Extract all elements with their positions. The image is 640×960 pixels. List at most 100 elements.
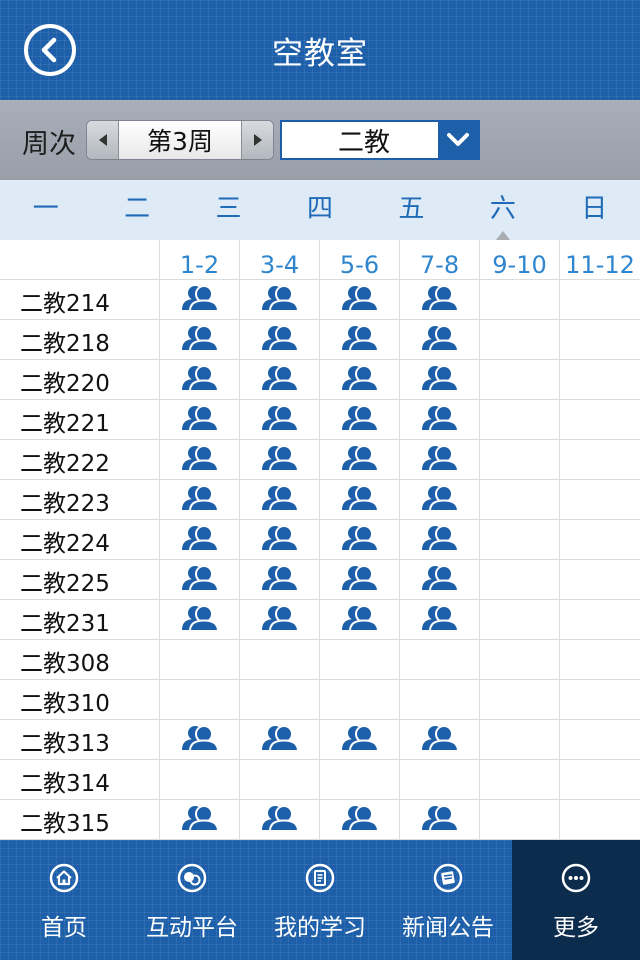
room-row: 二教313 — [0, 720, 640, 760]
tab-label: 互动平台 — [146, 915, 238, 941]
tab-label: 我的学习 — [274, 915, 366, 941]
room-row: 二教308 — [0, 640, 640, 680]
day-tab[interactable]: 日 — [549, 180, 640, 240]
day-tab[interactable]: 一 — [0, 180, 91, 240]
period-cell — [240, 360, 320, 399]
room-name: 二教221 — [0, 400, 160, 439]
users-icon — [261, 524, 299, 556]
period-cell — [320, 520, 400, 559]
tab-home[interactable]: 首页 — [0, 840, 128, 960]
room-row: 二教315 — [0, 800, 640, 840]
period-cell — [240, 440, 320, 479]
period-cell — [160, 520, 240, 559]
room-name: 二教223 — [0, 480, 160, 519]
period-cell — [400, 520, 480, 559]
app-header: 空教室 — [0, 0, 640, 100]
room-row: 二教225 — [0, 560, 640, 600]
week-label: 周次 — [22, 129, 76, 160]
day-tab[interactable]: 二 — [91, 180, 182, 240]
period-cell — [400, 640, 480, 679]
tab-notebook[interactable]: 我的学习 — [256, 840, 384, 960]
room-name: 二教314 — [0, 760, 160, 799]
period-cell — [160, 360, 240, 399]
newspaper-icon — [432, 862, 464, 894]
period-cell — [480, 280, 560, 319]
period-cell — [480, 440, 560, 479]
period-cell — [560, 400, 640, 439]
period-cell — [160, 400, 240, 439]
day-tab[interactable]: 四 — [274, 180, 365, 240]
classroom-grid: 1-2 3-4 5-6 7-8 9-10 11-12 二教214 二教218 二教220 二教2… — [0, 240, 640, 840]
filter-bar: 周次 第3周 二教 — [0, 100, 640, 180]
room-row: 二教221 — [0, 400, 640, 440]
users-icon — [421, 484, 459, 516]
tab-more[interactable]: 更多 — [512, 840, 640, 960]
period-cell — [400, 680, 480, 719]
period-cell — [320, 560, 400, 599]
period-cell — [240, 520, 320, 559]
period-cell — [240, 560, 320, 599]
next-week-button[interactable] — [241, 121, 273, 159]
period-cell — [160, 680, 240, 719]
users-icon — [261, 604, 299, 636]
period-header: 3-4 — [240, 240, 320, 279]
period-cell — [320, 600, 400, 639]
users-icon — [181, 364, 219, 396]
period-cell — [240, 600, 320, 639]
day-tab[interactable]: 三 — [183, 180, 274, 240]
period-cell — [160, 760, 240, 799]
room-row: 二教214 — [0, 280, 640, 320]
users-icon — [341, 564, 379, 596]
period-cell — [560, 800, 640, 839]
period-cell — [400, 720, 480, 759]
chat-icon — [176, 862, 208, 894]
period-header-row: 1-2 3-4 5-6 7-8 9-10 11-12 — [0, 240, 640, 280]
day-tab[interactable]: 五 — [366, 180, 457, 240]
users-icon — [261, 724, 299, 756]
tab-chat[interactable]: 互动平台 — [128, 840, 256, 960]
period-cell — [160, 320, 240, 359]
period-cell — [240, 280, 320, 319]
users-icon — [421, 404, 459, 436]
users-icon — [341, 804, 379, 836]
period-cell — [320, 800, 400, 839]
period-cell — [160, 480, 240, 519]
users-icon — [341, 284, 379, 316]
users-icon — [421, 564, 459, 596]
corner-cell — [0, 240, 160, 279]
room-name: 二教315 — [0, 800, 160, 839]
period-cell — [560, 640, 640, 679]
prev-week-button[interactable] — [87, 121, 119, 159]
period-cell — [400, 360, 480, 399]
period-cell — [320, 680, 400, 719]
room-row: 二教222 — [0, 440, 640, 480]
building-select-value: 二教 — [337, 127, 390, 158]
users-icon — [421, 324, 459, 356]
chevron-down-icon — [447, 133, 469, 146]
room-row: 二教223 — [0, 480, 640, 520]
room-name: 二教214 — [0, 280, 160, 319]
period-cell — [480, 360, 560, 399]
bottom-tab-bar: 首页 互动平台 我的学习 新闻公告 更多 — [0, 840, 640, 960]
day-tab[interactable]: 六 — [457, 180, 548, 240]
users-icon — [181, 324, 219, 356]
period-cell — [320, 440, 400, 479]
period-header: 7-8 — [400, 240, 480, 279]
tab-label: 新闻公告 — [402, 915, 494, 941]
building-select[interactable]: 二教 — [280, 120, 480, 160]
period-cell — [240, 760, 320, 799]
period-cell — [400, 280, 480, 319]
period-cell — [480, 400, 560, 439]
room-row: 二教310 — [0, 680, 640, 720]
select-arrow[interactable] — [438, 122, 478, 158]
room-name: 二教225 — [0, 560, 160, 599]
tab-newspaper[interactable]: 新闻公告 — [384, 840, 512, 960]
users-icon — [421, 724, 459, 756]
room-name: 二教224 — [0, 520, 160, 559]
room-name: 二教222 — [0, 440, 160, 479]
period-cell — [160, 720, 240, 759]
period-cell — [320, 280, 400, 319]
users-icon — [421, 284, 459, 316]
triangle-left-icon — [98, 134, 107, 146]
period-header: 11-12 — [565, 251, 635, 279]
